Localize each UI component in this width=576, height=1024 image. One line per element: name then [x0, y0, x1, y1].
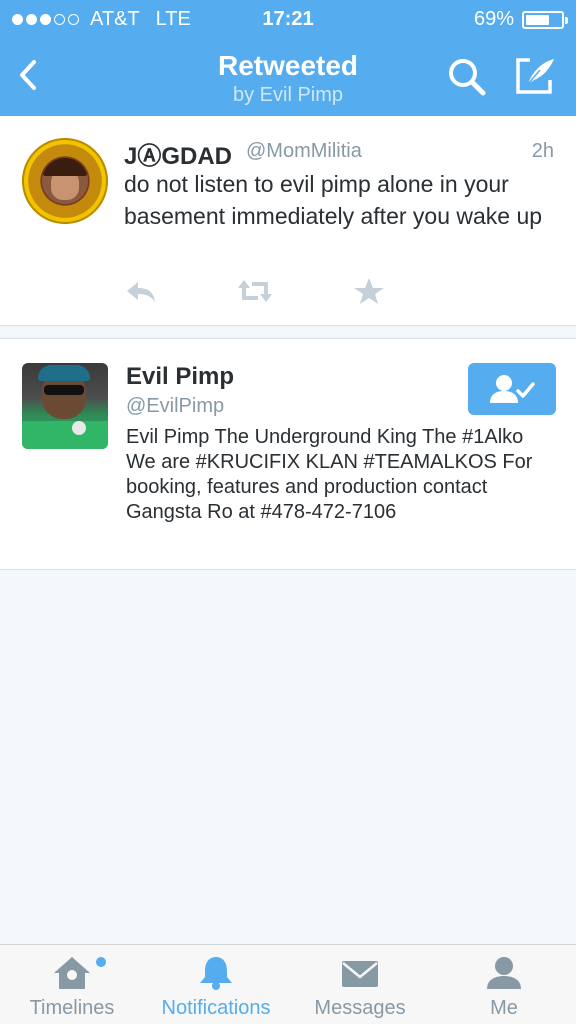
home-icon [54, 957, 90, 989]
user-handle[interactable]: @EvilPimp [126, 395, 224, 418]
tweet-text: do not listen to evil pimp alone in your… [124, 171, 543, 229]
tab-label: Notifications [161, 997, 271, 1019]
tab-timelines[interactable]: Timelines [0, 945, 144, 1024]
battery-fill [526, 14, 549, 25]
photo-watch [72, 421, 86, 435]
tab-label: Messages [314, 997, 406, 1019]
user-card[interactable]: Evil Pimp @EvilPimp Evil Pimp The Underg… [0, 338, 576, 570]
page-title: Retweeted [217, 50, 359, 81]
tab-me[interactable]: Me [432, 945, 576, 1024]
status-right: 69% [473, 8, 568, 31]
header-bar: AT&T LTE 17:21 69% Retweeted by Evil Pim… [0, 0, 576, 116]
photo-cap [38, 365, 90, 381]
new-content-dot [96, 957, 106, 967]
following-user-icon [490, 375, 535, 403]
compose-icon[interactable] [514, 56, 558, 96]
page-subtitle: by Evil Pimp [232, 84, 344, 106]
tab-bar: Timelines Notifications Messages Me [0, 944, 576, 1024]
tab-label: Timelines [29, 997, 115, 1019]
tweet-author-handle[interactable]: @MomMilitia [246, 140, 362, 163]
search-icon[interactable] [446, 56, 488, 98]
avatar[interactable] [22, 138, 108, 224]
retweet-icon[interactable] [238, 276, 272, 306]
envelope-icon [342, 961, 378, 987]
favorite-icon[interactable] [352, 276, 386, 306]
tweet-author-name[interactable]: JⒶGDAD [124, 136, 232, 171]
avatar-face [42, 158, 88, 204]
profile-photo[interactable] [22, 363, 108, 449]
tab-messages[interactable]: Messages [288, 945, 432, 1024]
tweet-card[interactable]: JⒶGDAD @MomMilitia 2h do not listen to e… [0, 116, 576, 326]
nav-bar: Retweeted by Evil Pimp [0, 38, 576, 116]
following-button[interactable] [468, 363, 556, 415]
battery-icon [522, 10, 568, 29]
tweet-timestamp: 2h [531, 140, 554, 162]
user-name[interactable]: Evil Pimp [126, 363, 234, 391]
photo-shirt [22, 421, 108, 449]
reply-icon[interactable] [124, 276, 158, 306]
tab-notifications[interactable]: Notifications [144, 945, 288, 1024]
avatar-hair [42, 158, 88, 176]
battery-nub [565, 16, 568, 24]
battery-percent: 69% [473, 8, 514, 30]
user-bio: Evil Pimp The Underground King The #1Alk… [126, 426, 533, 523]
tab-label: Me [490, 997, 518, 1019]
tweet-actions [124, 276, 424, 306]
bell-icon [200, 957, 232, 990]
status-bar: AT&T LTE 17:21 69% [0, 0, 576, 38]
person-icon [487, 957, 521, 989]
photo-sunglasses [44, 385, 84, 395]
